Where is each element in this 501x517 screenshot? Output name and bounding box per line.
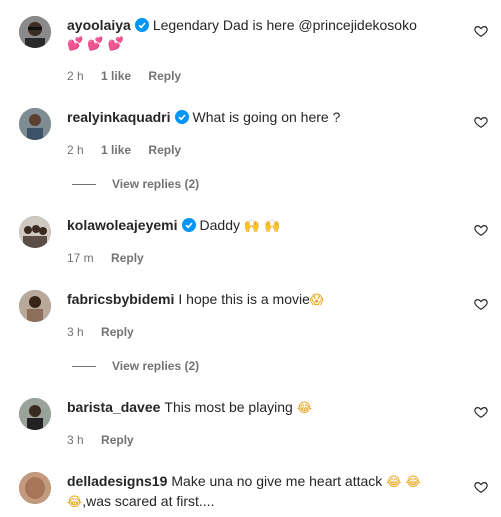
heart-icon[interactable] — [474, 24, 488, 38]
like-count[interactable]: 1 like — [101, 69, 131, 83]
comment-emoji: 😱 — [309, 293, 324, 308]
avatar[interactable] — [19, 216, 51, 248]
comment-emoji: 😂 — [67, 495, 83, 510]
reply-button[interactable]: Reply — [148, 69, 181, 83]
comment-meta: 2 h 1 like Reply — [67, 68, 181, 84]
comment-time: 17 m — [67, 251, 94, 265]
avatar[interactable] — [19, 398, 51, 430]
comment-body-continued: ,was scared at first.... — [82, 493, 215, 509]
comment-body: I hope this is a movie — [178, 291, 310, 307]
comment-body: Daddy — [199, 217, 240, 233]
username[interactable]: kolawoleajeyemi — [67, 217, 178, 233]
comment-text: barista_davee This most be playing 😂 — [67, 398, 427, 418]
comment-text: fabricsbybidemi I hope this is a movie😱 — [67, 290, 427, 310]
comment-body: Legendary Dad is here @princejidekosoko — [152, 17, 417, 33]
comment-text: ayoolaiya Legendary Dad is here @princeji… — [67, 16, 427, 54]
view-replies-label: View replies (2) — [112, 177, 200, 191]
verified-badge-icon — [181, 218, 196, 232]
username[interactable]: fabricsbybidemi — [67, 291, 174, 307]
like-count[interactable]: 1 like — [101, 143, 131, 157]
heart-icon[interactable] — [474, 223, 488, 237]
heart-icon[interactable] — [474, 480, 488, 494]
view-replies-label: View replies (2) — [112, 359, 200, 373]
view-replies-button[interactable]: View replies (2) — [72, 358, 199, 374]
reply-button[interactable]: Reply — [101, 433, 134, 447]
comment-text: realyinkaquadri What is going on here ? — [67, 108, 427, 126]
reply-button[interactable]: Reply — [148, 143, 181, 157]
avatar[interactable] — [19, 108, 51, 140]
comment-meta: 17 m Reply — [67, 250, 144, 266]
comment-meta: 2 h 1 like Reply — [67, 142, 181, 158]
verified-badge-icon — [134, 18, 149, 32]
reply-button[interactable]: Reply — [111, 251, 144, 265]
heart-icon[interactable] — [474, 297, 488, 311]
comment-time: 3 h — [67, 433, 84, 447]
comment-meta: 3 h Reply — [67, 324, 134, 340]
username[interactable]: realyinkaquadri — [67, 109, 171, 125]
heart-icon[interactable] — [474, 115, 488, 129]
view-replies-button[interactable]: View replies (2) — [72, 176, 199, 192]
comment-meta: 3 h Reply — [67, 432, 134, 448]
heart-icon[interactable] — [474, 405, 488, 419]
comment-text: kolawoleajeyemi Daddy 🙌 🙌 — [67, 216, 427, 236]
comment-emoji: 😂 — [296, 401, 312, 416]
comment-time: 3 h — [67, 325, 84, 339]
comment-text: delladesigns19 Make una no give me heart … — [67, 472, 427, 512]
comment-body: This most be playing — [164, 399, 293, 415]
username[interactable]: ayoolaiya — [67, 17, 131, 33]
divider — [72, 184, 96, 186]
comment-time: 2 h — [67, 69, 84, 83]
username[interactable]: barista_davee — [67, 399, 160, 415]
verified-badge-icon — [174, 110, 189, 124]
comment-time: 2 h — [67, 143, 84, 157]
comment-emoji: 😂 😂 — [386, 475, 421, 490]
avatar[interactable] — [19, 16, 51, 48]
username[interactable]: delladesigns19 — [67, 473, 167, 489]
avatar[interactable] — [19, 290, 51, 322]
reply-button[interactable]: Reply — [101, 325, 134, 339]
divider — [72, 366, 96, 368]
comment-body: What is going on here ? — [192, 109, 341, 125]
comment-body: Make una no give me heart attack — [171, 473, 383, 489]
comment-emoji: 🙌 🙌 — [243, 219, 281, 234]
comment-emoji: 💕 💕 💕 — [67, 37, 124, 52]
avatar[interactable] — [19, 472, 51, 504]
